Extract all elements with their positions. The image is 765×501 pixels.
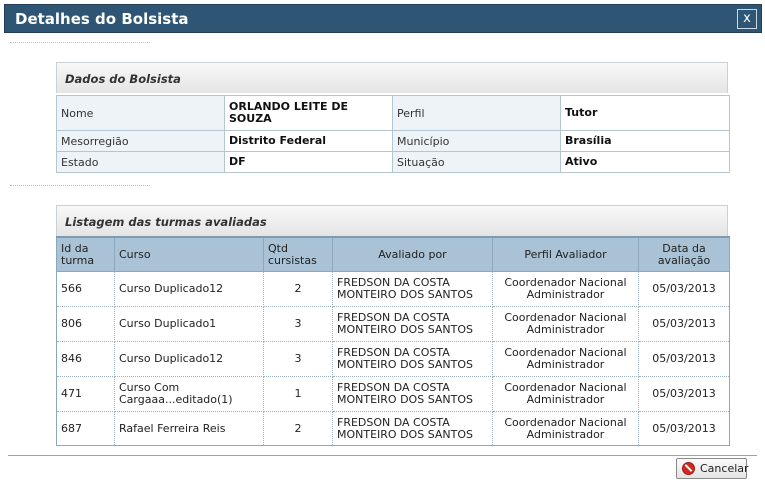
estado-label: Estado	[56, 151, 225, 173]
municipio-label: Município	[392, 130, 561, 152]
perfil-value: Tutor	[560, 95, 730, 131]
table-row: 806 Curso Duplicado1 3 FREDSON DA COSTA …	[56, 306, 730, 342]
column-header-avaliado-por[interactable]: Avaliado por	[332, 236, 493, 272]
cell-data: 05/03/2013	[638, 376, 730, 412]
cell-data: 05/03/2013	[638, 271, 730, 307]
mesorregiao-value: Distrito Federal	[224, 130, 393, 152]
cell-perfil-avaliador: Coordenador Nacional Administrador	[492, 411, 639, 446]
situacao-label: Situação	[392, 151, 561, 173]
cell-curso: Rafael Ferreira Reis	[114, 411, 264, 446]
divider	[10, 185, 150, 186]
cell-avaliado-por: FREDSON DA COSTA MONTEIRO DOS SANTOS	[332, 341, 493, 377]
table-header-row: Id da turma Curso Qtd cursistas Avaliado…	[56, 236, 730, 272]
cell-avaliado-por: FREDSON DA COSTA MONTEIRO DOS SANTOS	[332, 306, 493, 342]
cancel-button[interactable]: Cancelar	[676, 458, 749, 479]
cell-id: 687	[56, 411, 115, 446]
cell-perfil-avaliador: Coordenador Nacional Administrador	[492, 306, 639, 342]
situacao-value: Ativo	[560, 151, 730, 173]
perfil-label: Perfil	[392, 95, 561, 131]
close-button[interactable]: x	[737, 9, 757, 29]
bolsista-section-title: Dados do Bolsista	[65, 72, 181, 86]
info-row: Estado DF Situação Ativo	[56, 151, 730, 173]
divider	[10, 42, 150, 43]
cell-perfil-avaliador: Coordenador Nacional Administrador	[492, 376, 639, 412]
cell-id: 846	[56, 341, 115, 377]
cell-qtd: 3	[263, 306, 333, 342]
bolsista-section-header: Dados do Bolsista	[56, 62, 728, 93]
cell-curso: Curso Duplicado1	[114, 306, 264, 342]
bolsista-info-table: Nome ORLANDO LEITE DE SOUZA Perfil Tutor…	[56, 95, 730, 173]
cancel-icon	[682, 462, 695, 475]
column-header-id[interactable]: Id da turma	[56, 236, 115, 272]
cell-curso: Curso Duplicado12	[114, 341, 264, 377]
municipio-value: Brasília	[560, 130, 730, 152]
cell-avaliado-por: FREDSON DA COSTA MONTEIRO DOS SANTOS	[332, 411, 493, 446]
cell-curso: Curso Com Cargaaa...editado(1)	[114, 376, 264, 412]
cell-id: 471	[56, 376, 115, 412]
cell-data: 05/03/2013	[638, 306, 730, 342]
info-row: Mesorregião Distrito Federal Município B…	[56, 130, 730, 152]
cell-avaliado-por: FREDSON DA COSTA MONTEIRO DOS SANTOS	[332, 376, 493, 412]
cell-id: 806	[56, 306, 115, 342]
cell-perfil-avaliador: Coordenador Nacional Administrador	[492, 341, 639, 377]
cell-id: 566	[56, 271, 115, 307]
cell-data: 05/03/2013	[638, 341, 730, 377]
table-row: 687 Rafael Ferreira Reis 2 FREDSON DA CO…	[56, 411, 730, 446]
estado-value: DF	[224, 151, 393, 173]
nome-value: ORLANDO LEITE DE SOUZA	[224, 95, 393, 131]
cell-perfil-avaliador: Coordenador Nacional Administrador	[492, 271, 639, 307]
info-row: Nome ORLANDO LEITE DE SOUZA Perfil Tutor	[56, 95, 730, 131]
column-header-curso[interactable]: Curso	[114, 236, 264, 272]
turmas-table: Id da turma Curso Qtd cursistas Avaliado…	[56, 236, 730, 446]
footer-divider	[8, 455, 757, 456]
cell-qtd: 2	[263, 271, 333, 307]
column-header-perfil-avaliador[interactable]: Perfil Avaliador	[492, 236, 639, 272]
dialog-title: Detalhes do Bolsista	[15, 10, 189, 28]
dialog-titlebar: Detalhes do Bolsista x	[4, 4, 762, 33]
table-row: 566 Curso Duplicado12 2 FREDSON DA COSTA…	[56, 271, 730, 307]
turmas-section-title: Listagem das turmas avaliadas	[65, 215, 267, 229]
cell-data: 05/03/2013	[638, 411, 730, 446]
column-header-data[interactable]: Data da avaliação	[638, 236, 730, 272]
cell-qtd: 1	[263, 376, 333, 412]
cell-curso: Curso Duplicado12	[114, 271, 264, 307]
cancel-button-label: Cancelar	[700, 462, 749, 475]
turmas-section-header: Listagem das turmas avaliadas	[56, 205, 728, 236]
column-header-qtd[interactable]: Qtd cursistas	[263, 236, 333, 272]
cell-qtd: 3	[263, 341, 333, 377]
cell-qtd: 2	[263, 411, 333, 446]
table-row: 846 Curso Duplicado12 3 FREDSON DA COSTA…	[56, 341, 730, 377]
table-row: 471 Curso Com Cargaaa...editado(1) 1 FRE…	[56, 376, 730, 412]
mesorregiao-label: Mesorregião	[56, 130, 225, 152]
cell-avaliado-por: FREDSON DA COSTA MONTEIRO DOS SANTOS	[332, 271, 493, 307]
nome-label: Nome	[56, 95, 225, 131]
